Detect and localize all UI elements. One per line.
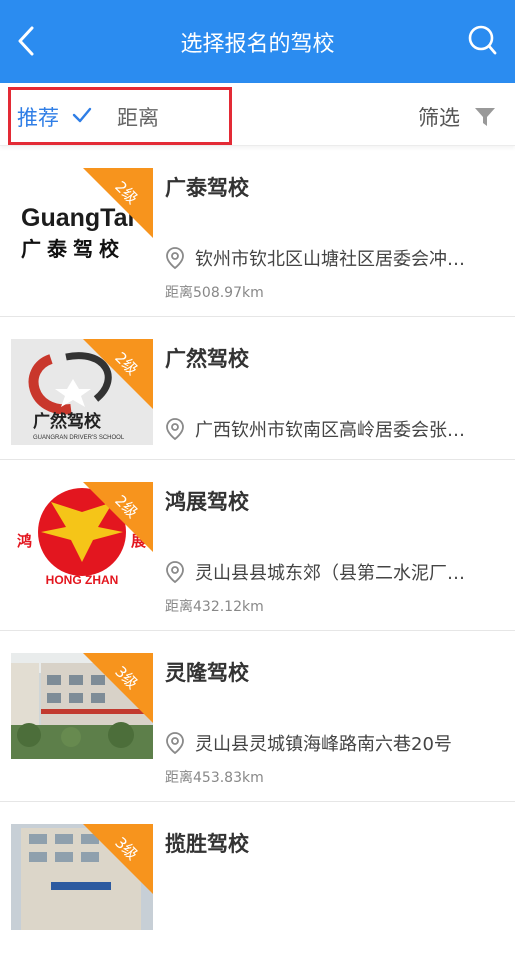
school-address: 灵山县县城东郊（县第二水泥厂… [195,563,465,584]
school-distance: 距离432.12km [165,599,264,615]
school-logo: 鸿 展 HONG ZHAN 2级 [11,482,153,588]
logo-en: GUANGRAN DRIVER'S SCHOOL [33,435,125,441]
school-name: 广泰驾校 [165,176,249,200]
school-list: GuangTai 广泰驾校 2级 广泰驾校 钦州市钦北区山塘社区居委会冲… 距离… [0,146,515,972]
logo-en: HONG ZHAN [46,573,119,587]
school-address: 广西钦州市钦南区高岭居委会张… [195,420,465,441]
grade-badge: 2级 [83,168,153,238]
grade-badge: 2级 [83,339,153,409]
location-pin-icon [166,732,184,755]
school-item[interactable]: 鸿 展 HONG ZHAN 2级 鸿展驾校 灵山县县城东郊（县第二水泥厂… 距离… [0,460,515,631]
location-pin-icon [166,418,184,441]
school-photo: 3级 [11,653,153,759]
grade-badge: 3级 [83,653,153,723]
logo-cn: 广泰驾校 [21,237,125,261]
grade-badge: 2级 [83,482,153,552]
app-header: 选择报名的驾校 [0,0,515,83]
search-icon[interactable] [467,24,497,56]
school-address: 钦州市钦北区山塘社区居委会冲… [195,249,465,270]
school-name: 揽胜驾校 [165,832,249,856]
school-item[interactable]: 3级 灵隆驾校 灵山县灵城镇海峰路南六巷20号 距离453.83km [0,631,515,802]
school-photo: 3级 [11,824,153,930]
location-pin-icon [166,561,184,584]
school-logo: GuangTai 广泰驾校 2级 [11,168,153,274]
filter-bar: 推荐 距离 筛选 [0,83,515,146]
school-distance: 距离453.83km [165,770,264,786]
school-address: 灵山县灵城镇海峰路南六巷20号 [195,734,452,755]
tab-recommended[interactable]: 推荐 [17,102,59,132]
location-pin-icon [166,247,184,270]
tab-distance[interactable]: 距离 [117,102,159,132]
school-name: 灵隆驾校 [165,661,249,685]
school-item[interactable]: 3级 揽胜驾校 [0,802,515,972]
page-title: 选择报名的驾校 [180,32,335,57]
filter-button[interactable]: 筛选 [418,102,460,132]
school-logo: 广然驾校 GUANGRAN DRIVER'S SCHOOL 2级 [11,339,153,445]
grade-badge: 3级 [83,824,153,894]
school-item[interactable]: 广然驾校 GUANGRAN DRIVER'S SCHOOL 2级 广然驾校 广西… [0,317,515,460]
check-icon [72,107,92,123]
logo-left-char: 鸿 [17,532,32,550]
school-distance: 距离508.97km [165,285,264,301]
school-name: 鸿展驾校 [165,490,249,514]
school-name: 广然驾校 [165,347,249,371]
funnel-icon[interactable] [474,106,496,128]
school-item[interactable]: GuangTai 广泰驾校 2级 广泰驾校 钦州市钦北区山塘社区居委会冲… 距离… [0,146,515,317]
logo-cn: 广然驾校 [33,411,102,432]
